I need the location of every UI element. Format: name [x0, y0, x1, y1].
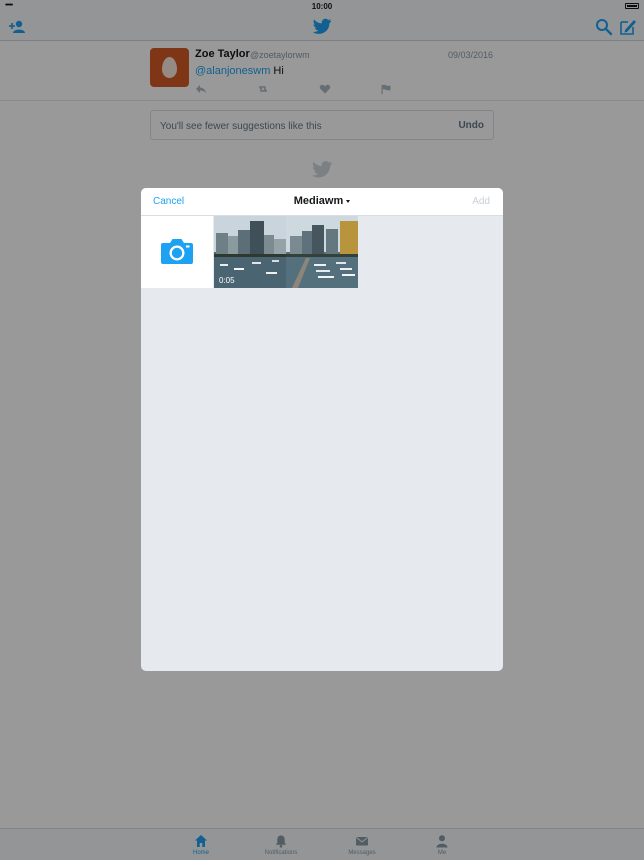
camera-icon — [160, 237, 194, 265]
media-grid: 0:05 — [141, 216, 503, 288]
camera-tile[interactable] — [141, 216, 213, 288]
caret-down-icon — [346, 199, 351, 203]
add-button[interactable]: Add — [472, 196, 490, 207]
media-thumbnail-photo[interactable] — [286, 216, 358, 288]
video-duration: 0:05 — [219, 276, 235, 285]
marina-photo-thumbnail-image — [286, 216, 358, 288]
media-thumbnail-video[interactable]: 0:05 — [214, 216, 286, 288]
album-selector[interactable]: Mediawm — [141, 195, 503, 207]
album-title: Mediawm — [293, 195, 344, 207]
media-picker-modal: Cancel Mediawm Add 0:05 — [141, 188, 503, 671]
media-picker-header: Cancel Mediawm Add — [141, 188, 503, 216]
